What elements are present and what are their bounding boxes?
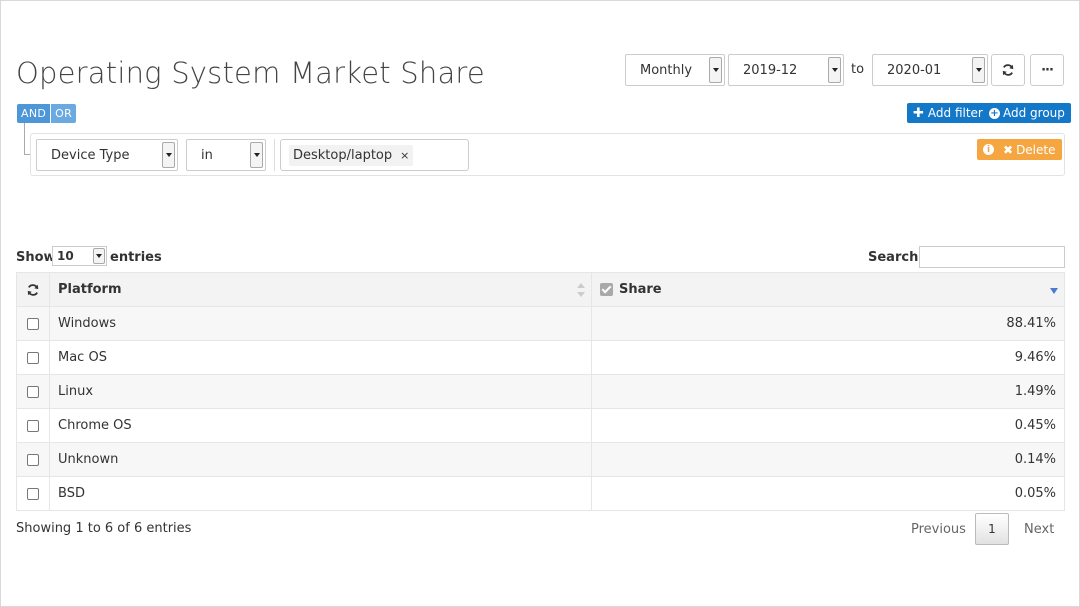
group-conjunction: AND OR [17, 104, 77, 123]
page-length-value: 10 [57, 249, 74, 263]
period-select-value: Monthly [640, 62, 693, 78]
period-select[interactable]: Monthly [625, 54, 725, 86]
chevron-down-icon [93, 248, 105, 264]
show-label: Show [16, 250, 56, 265]
from-date-select[interactable]: 2019-12 [728, 54, 844, 86]
entries-label: entries [110, 250, 162, 265]
row-checkbox[interactable] [27, 385, 39, 398]
row-checkbox[interactable] [27, 317, 39, 330]
add-group-label: Add group [1003, 106, 1065, 120]
value-tag-label: Desktop/laptop [293, 148, 393, 163]
platform-cell: Unknown [49, 442, 592, 477]
share-cell: 88.41% [591, 306, 1065, 341]
row-checkbox[interactable] [27, 453, 39, 466]
add-filter-button[interactable]: ✚ Add filter [907, 103, 989, 123]
share-column-checkbox[interactable] [600, 283, 613, 296]
share-cell: 0.45% [591, 408, 1065, 443]
row-checkbox[interactable] [27, 419, 39, 432]
platform-cell: Linux [49, 374, 592, 409]
from-date-value: 2019-12 [743, 62, 798, 78]
divider [274, 139, 275, 171]
table-row: Windows 88.41% [16, 306, 1065, 341]
column-header-share[interactable]: Share [591, 272, 1065, 307]
share-header-label: Share [619, 282, 662, 297]
chevron-down-icon [709, 57, 722, 83]
to-label: to [851, 62, 865, 77]
close-icon: ✖ [1003, 142, 1014, 157]
platform-cell: BSD [49, 476, 592, 511]
row-checkbox-cell [16, 476, 50, 511]
row-checkbox[interactable] [27, 351, 39, 364]
table-header-row: Platform Share [16, 272, 1065, 307]
pagination-next[interactable]: Next [1024, 522, 1054, 537]
delete-rule-button[interactable]: i ✖ Delete [977, 139, 1062, 160]
refresh-button[interactable] [991, 54, 1025, 86]
search-label: Search: [868, 250, 924, 265]
share-cell: 9.46% [591, 340, 1065, 375]
chevron-down-icon [972, 57, 985, 83]
chevron-down-icon [828, 57, 841, 83]
row-checkbox-cell [16, 374, 50, 409]
row-checkbox-cell [16, 340, 50, 375]
delete-label: Delete [1016, 142, 1056, 157]
add-filter-label: Add filter [927, 106, 983, 120]
to-date-value: 2020-01 [887, 62, 942, 78]
or-toggle[interactable]: OR [51, 104, 77, 123]
rule-value-input[interactable]: Desktop/laptop × [280, 139, 469, 171]
rule-field-value: Device Type [51, 147, 130, 163]
column-header-platform[interactable]: Platform [49, 272, 592, 307]
refresh-icon [27, 283, 39, 296]
table-row: Chrome OS 0.45% [16, 408, 1065, 443]
table-row: Mac OS 9.46% [16, 340, 1065, 375]
sort-desc-icon [1050, 288, 1058, 294]
table-row: Linux 1.49% [16, 374, 1065, 409]
reset-column[interactable] [16, 272, 50, 307]
platform-cell: Windows [49, 306, 592, 341]
pagination-page-1[interactable]: 1 [975, 513, 1009, 545]
tag-remove-icon[interactable]: × [400, 149, 409, 162]
share-cell: 0.14% [591, 442, 1065, 477]
platform-header-label: Platform [58, 282, 122, 297]
add-group-button[interactable]: + Add group [983, 103, 1071, 123]
rule-operator-value: in [201, 147, 213, 163]
page-length-select[interactable]: 10 [52, 246, 107, 266]
row-checkbox[interactable] [27, 487, 39, 500]
data-table: Platform Share Windows 88.41% Mac OS 9.4… [16, 272, 1065, 511]
sort-icon [577, 282, 585, 298]
chevron-down-icon [250, 142, 263, 168]
to-date-select[interactable]: 2020-01 [872, 54, 988, 86]
info-icon: i [983, 144, 994, 155]
row-checkbox-cell [16, 442, 50, 477]
page-title: Operating System Market Share [16, 56, 485, 90]
plus-icon: ✚ [913, 105, 924, 121]
platform-cell: Chrome OS [49, 408, 592, 443]
row-checkbox-cell [16, 306, 50, 341]
table-info: Showing 1 to 6 of 6 entries [16, 521, 192, 536]
table-row: BSD 0.05% [16, 476, 1065, 511]
rule-field-select[interactable]: Device Type [36, 139, 178, 171]
rule-operator-select[interactable]: in [186, 139, 266, 171]
refresh-icon [1002, 64, 1014, 76]
and-toggle[interactable]: AND [17, 104, 52, 123]
share-cell: 1.49% [591, 374, 1065, 409]
platform-cell: Mac OS [49, 340, 592, 375]
pagination-previous[interactable]: Previous [911, 522, 966, 537]
search-input[interactable] [919, 246, 1065, 268]
more-options-button[interactable]: ··· [1030, 54, 1064, 86]
chevron-down-icon [162, 142, 175, 168]
value-tag: Desktop/laptop × [289, 145, 414, 166]
table-row: Unknown 0.14% [16, 442, 1065, 477]
row-checkbox-cell [16, 408, 50, 443]
plus-circle-icon: + [989, 107, 1000, 119]
share-cell: 0.05% [591, 476, 1065, 511]
